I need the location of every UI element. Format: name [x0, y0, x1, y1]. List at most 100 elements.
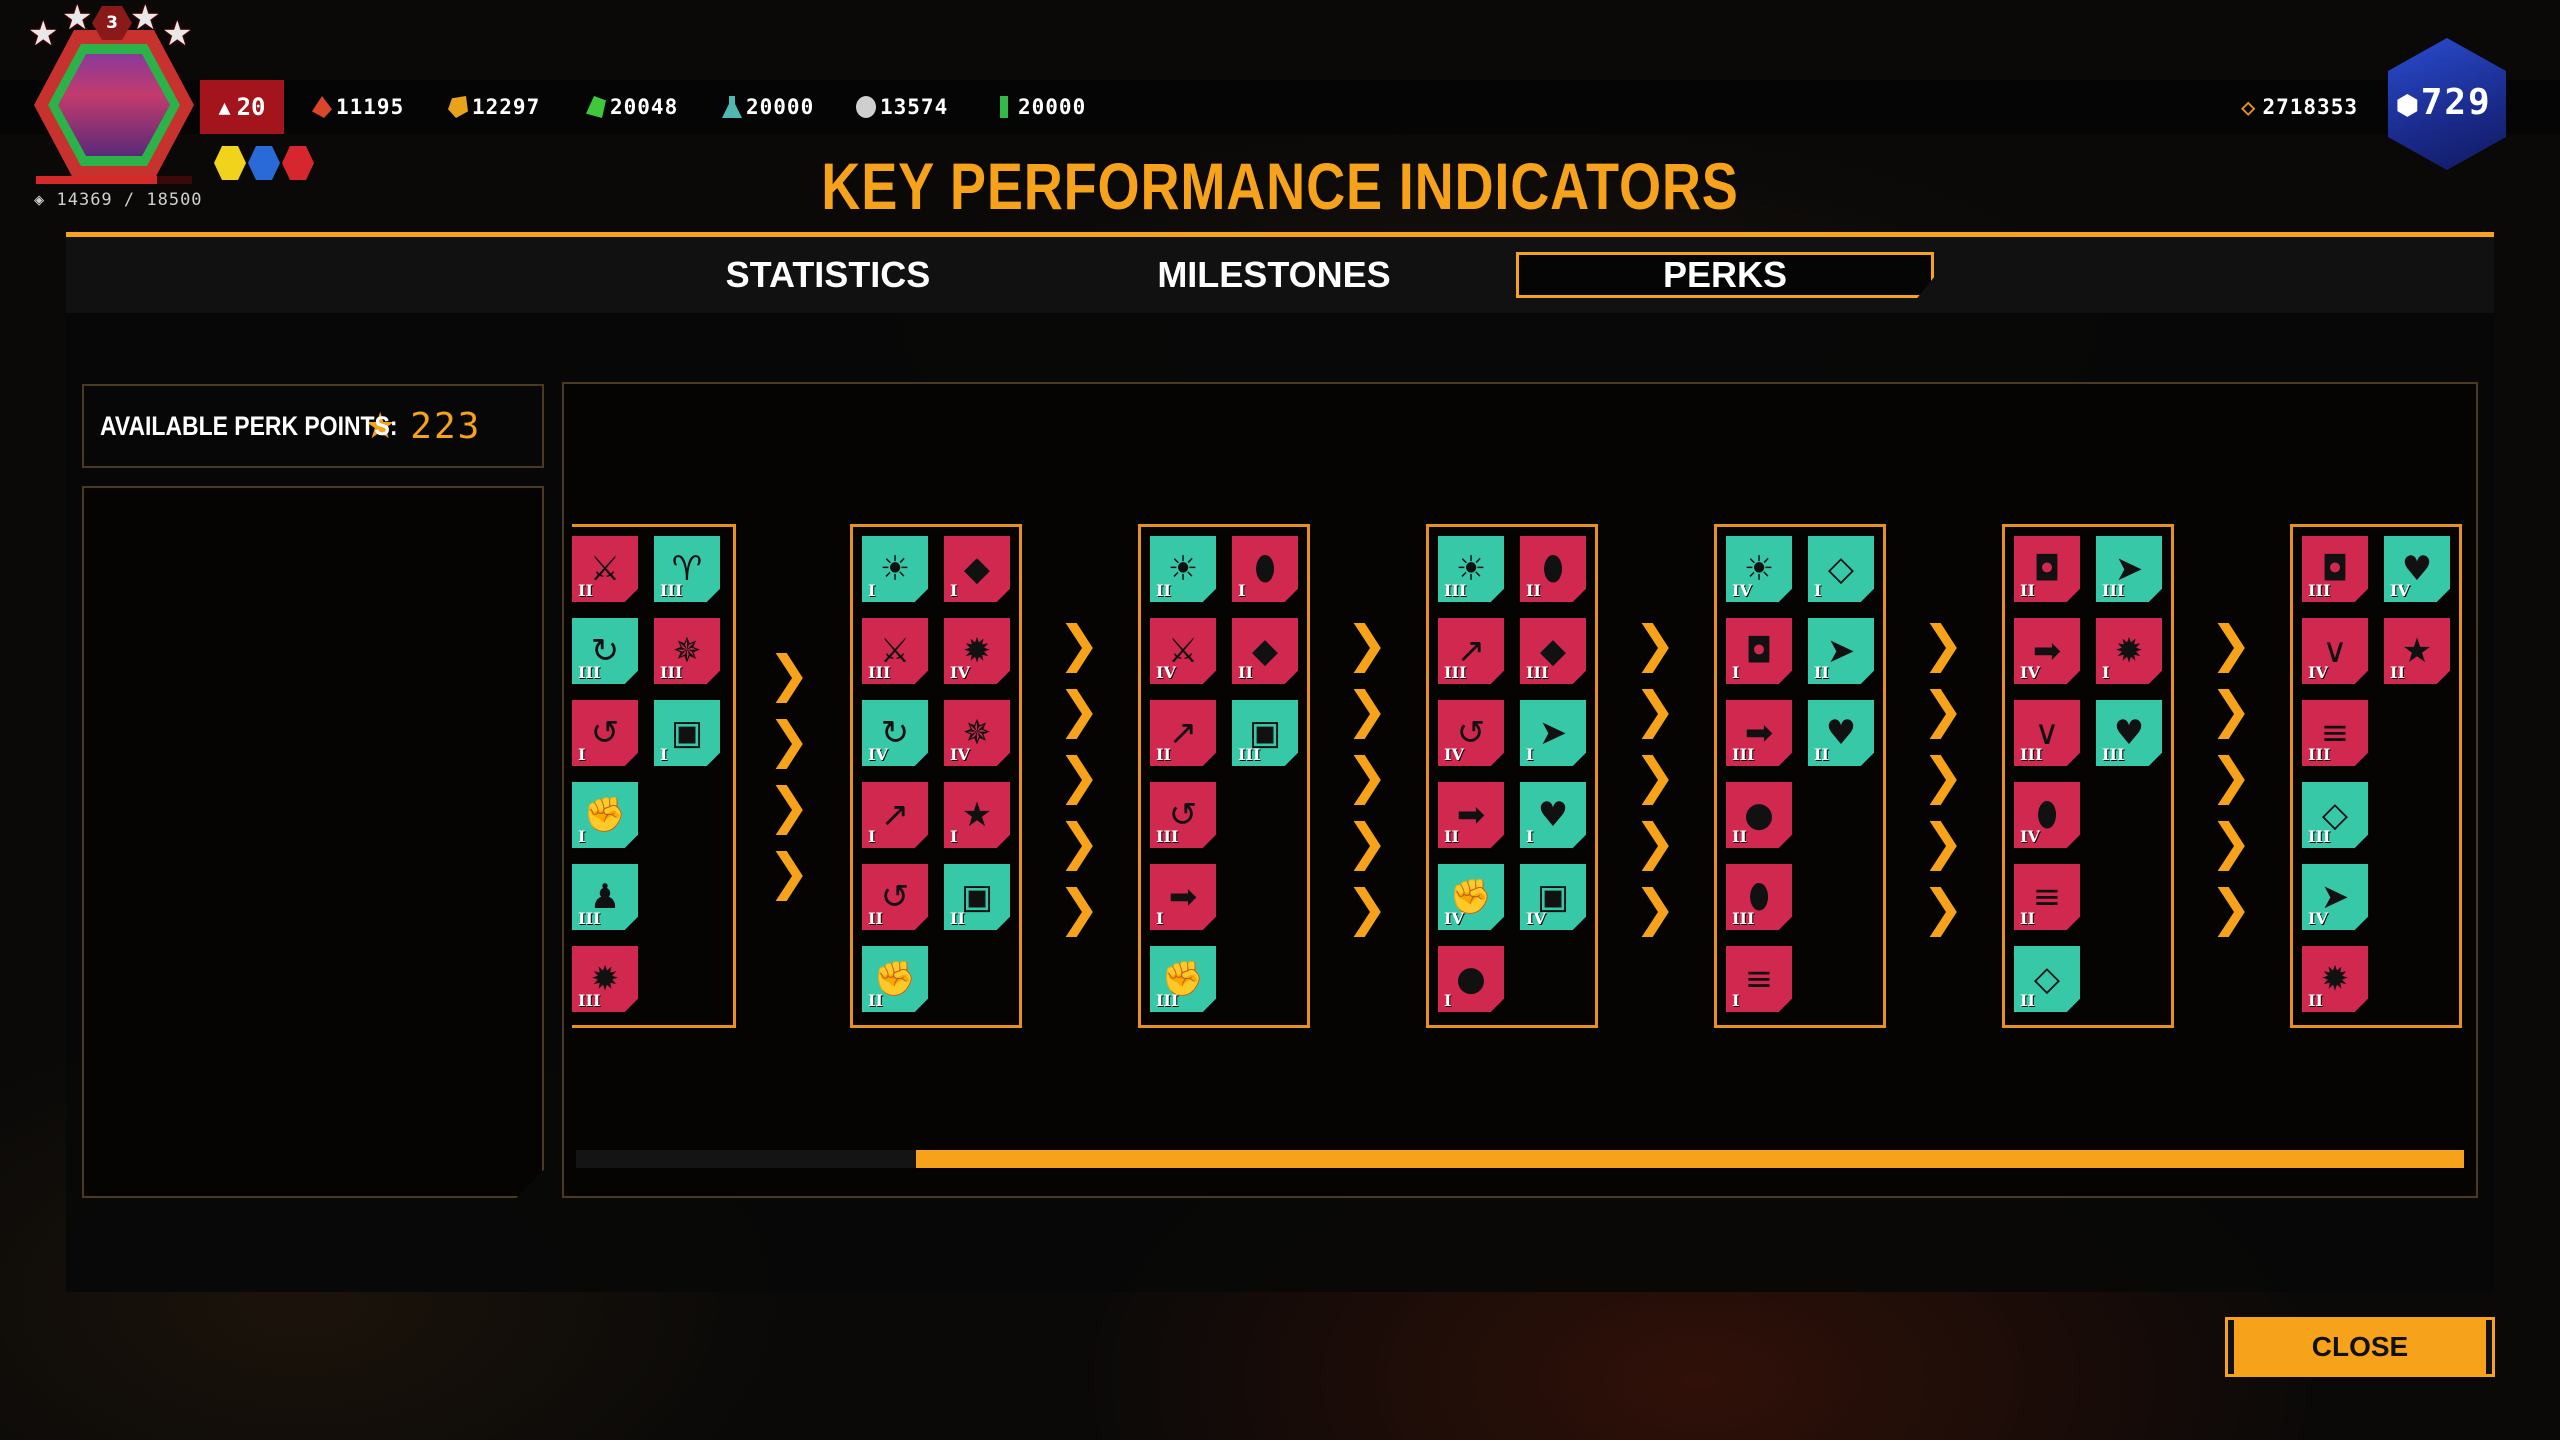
perk-star[interactable]: ★ II — [2384, 618, 2450, 684]
shield-icon: ◆ — [963, 549, 991, 589]
perk-cycle-arrows[interactable]: ↺ I — [572, 700, 638, 766]
perk-rank-label: III — [2308, 745, 2331, 764]
perk-heart-runner[interactable]: ♥ III — [2096, 700, 2162, 766]
perk-explosion[interactable]: ✹ III — [572, 946, 638, 1012]
perk-explosion[interactable]: ✹ IV — [944, 618, 1010, 684]
perk-star[interactable]: ★ I — [944, 782, 1010, 848]
perk-pouch[interactable]: ◘ III — [2302, 536, 2368, 602]
perk-explosion[interactable]: ✹ II — [2302, 946, 2368, 1012]
cycle-arrows-icon: ↺ — [880, 877, 910, 917]
perk-fist[interactable]: ✊ I — [572, 782, 638, 848]
perk-boot[interactable]: ▣ III — [1232, 700, 1298, 766]
tab-statistics[interactable]: STATISTICS — [700, 252, 956, 298]
credit-coin-icon: ◇ — [2241, 93, 2257, 121]
perk-shield-slash[interactable]: ◇ II — [2014, 946, 2080, 1012]
perk-sun-burst[interactable]: ☀ IV — [1726, 536, 1792, 602]
perk-cycle-cross[interactable]: ↻ IV — [862, 700, 928, 766]
perk-fangs[interactable]: ∨ III — [2014, 700, 2080, 766]
perk-arrow-right[interactable]: ➡ I — [1150, 864, 1216, 930]
perk-spiral-burst[interactable]: ✵ III — [654, 618, 720, 684]
perk-heart-runner[interactable]: ♥ I — [1520, 782, 1586, 848]
perk-dash-arrow[interactable]: ➤ IV — [2302, 864, 2368, 930]
perk-arrow-right[interactable]: ➡ II — [1438, 782, 1504, 848]
perk-pouch[interactable]: ◘ II — [2014, 536, 2080, 602]
perk-arrow-up-leaf[interactable]: ↗ III — [1438, 618, 1504, 684]
chevron-right-icon: ❯ — [1058, 879, 1100, 937]
perk-rank-label: II — [950, 909, 965, 928]
perk-slash[interactable]: ⚔ III — [862, 618, 928, 684]
chevron-right-icon: ❯ — [1346, 747, 1388, 805]
claw-icon: ≡ — [1744, 959, 1774, 999]
perk-points-label: AVAILABLE PERK POINTS: — [100, 410, 398, 441]
perk-claw[interactable]: ≡ III — [2302, 700, 2368, 766]
perk-dash-arrow[interactable]: ➤ II — [1808, 618, 1874, 684]
perk-fist[interactable]: ✊ III — [1150, 946, 1216, 1012]
perk-rank-label: II — [1526, 581, 1541, 600]
perk-rank-label: IV — [950, 745, 970, 764]
perk-arrow-right[interactable]: ➡ IV — [2014, 618, 2080, 684]
tab-milestones[interactable]: MILESTONES — [1146, 252, 1402, 298]
perk-dash-arrow[interactable]: ➤ I — [1520, 700, 1586, 766]
perk-rank-label: III — [2308, 827, 2331, 846]
shield-slash-icon: ◇ — [2033, 959, 2061, 999]
perk-blood-drop[interactable]: ● II — [1726, 782, 1792, 848]
perk-muscle[interactable]: ⬮ IV — [2014, 782, 2080, 848]
perk-rank-label: III — [2020, 745, 2043, 764]
perk-heart-runner[interactable]: ♥ IV — [2384, 536, 2450, 602]
rank-star-icon: ★ — [62, 0, 93, 38]
perk-boot[interactable]: ▣ I — [654, 700, 720, 766]
scrollbar-thumb[interactable] — [916, 1150, 2464, 1168]
perk-sun-burst[interactable]: ☀ III — [1438, 536, 1504, 602]
perk-slash[interactable]: ⚔ II — [572, 536, 638, 602]
perk-shield[interactable]: ◆ II — [1232, 618, 1298, 684]
perk-crowd[interactable]: ♟ III — [572, 864, 638, 930]
perk-blood-drop[interactable]: ● I — [1438, 946, 1504, 1012]
rank-star-icon: ★ — [28, 14, 59, 54]
perk-rank-label: III — [578, 663, 601, 682]
perk-pouch[interactable]: ◘ I — [1726, 618, 1792, 684]
resource-3: 20048 — [586, 80, 678, 134]
perk-rank-label: II — [1156, 581, 1171, 600]
perk-explosion[interactable]: ✹ I — [2096, 618, 2162, 684]
perk-spiral-burst[interactable]: ✵ IV — [944, 700, 1010, 766]
perk-shield[interactable]: ◆ III — [1520, 618, 1586, 684]
perk-fist[interactable]: ✊ II — [862, 946, 928, 1012]
perk-arrow-up-leaf[interactable]: ↗ II — [1150, 700, 1216, 766]
perk-muscle[interactable]: ⬮ I — [1232, 536, 1298, 602]
perk-horns[interactable]: ♈ III — [654, 536, 720, 602]
perk-sun-burst[interactable]: ☀ II — [1150, 536, 1216, 602]
perk-rank-label: III — [578, 991, 601, 1010]
perk-claw[interactable]: ≡ II — [2014, 864, 2080, 930]
perk-rank-label: I — [660, 745, 668, 764]
perk-sun-burst[interactable]: ☀ I — [862, 536, 928, 602]
perk-claw[interactable]: ≡ I — [1726, 946, 1792, 1012]
perk-rank-label: IV — [2390, 581, 2410, 600]
perk-cycle-arrows[interactable]: ↺ II — [862, 864, 928, 930]
perk-cycle-arrows[interactable]: ↺ III — [1150, 782, 1216, 848]
perk-fist[interactable]: ✊ IV — [1438, 864, 1504, 930]
perk-muscle[interactable]: ⬮ III — [1726, 864, 1792, 930]
tab-perks[interactable]: PERKS — [1516, 252, 1934, 298]
perk-rank-label: II — [868, 991, 883, 1010]
fist-icon: ✊ — [583, 795, 627, 835]
close-button[interactable]: CLOSE — [2225, 1317, 2495, 1377]
resource-5: 13574 — [856, 80, 948, 134]
perk-boot[interactable]: ▣ II — [944, 864, 1010, 930]
perk-muscle[interactable]: ⬮ II — [1520, 536, 1586, 602]
perk-cycle-arrows[interactable]: ↺ IV — [1438, 700, 1504, 766]
perk-heart-runner[interactable]: ♥ II — [1808, 700, 1874, 766]
perk-arrow-right[interactable]: ➡ III — [1726, 700, 1792, 766]
perk-cycle-cross[interactable]: ↻ III — [572, 618, 638, 684]
chevron-right-icon: ❯ — [1346, 681, 1388, 739]
perk-shield-slash[interactable]: ◇ I — [1808, 536, 1874, 602]
perk-boot[interactable]: ▣ IV — [1520, 864, 1586, 930]
credits-display: ◇ 2718353 — [2241, 80, 2358, 134]
perk-rank-label: II — [1444, 827, 1459, 846]
perk-shield[interactable]: ◆ I — [944, 536, 1010, 602]
explosion-icon: ✹ — [2320, 959, 2350, 999]
perk-slash[interactable]: ⚔ IV — [1150, 618, 1216, 684]
perk-shield-slash[interactable]: ◇ III — [2302, 782, 2368, 848]
perk-dash-arrow[interactable]: ➤ III — [2096, 536, 2162, 602]
perk-arrow-up-leaf[interactable]: ↗ I — [862, 782, 928, 848]
perk-fangs[interactable]: ∨ IV — [2302, 618, 2368, 684]
